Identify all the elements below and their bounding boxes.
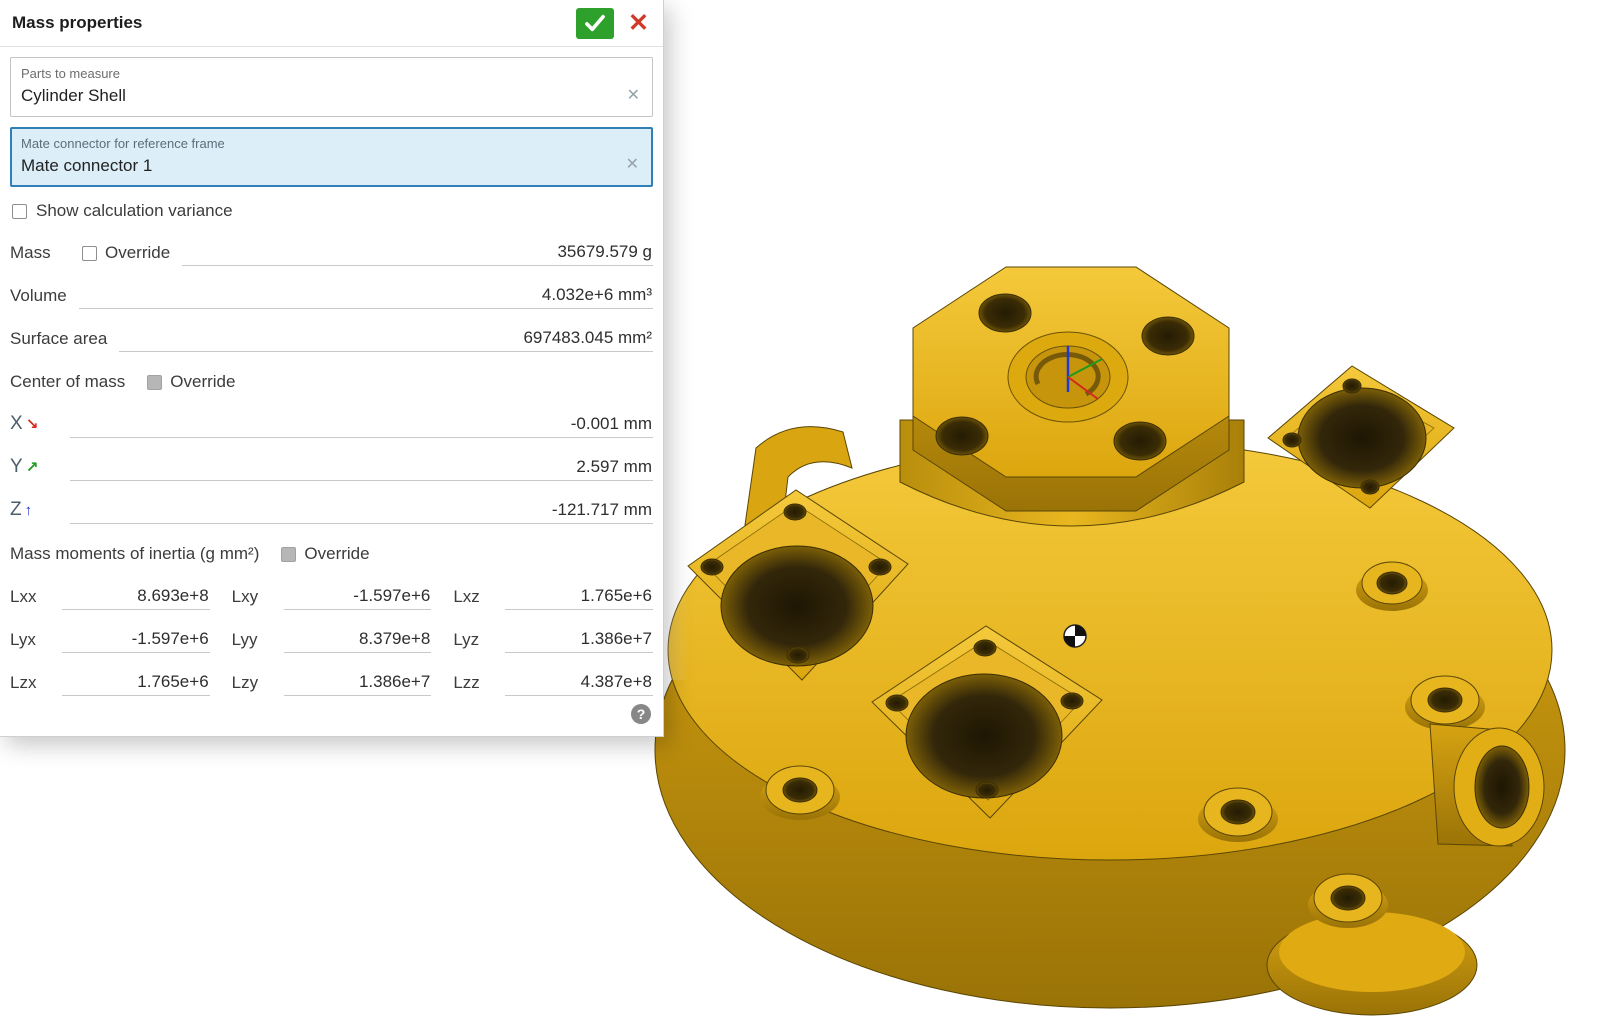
inertia-label: Mass moments of inertia (g mm²) [10,544,259,567]
model-top-flange [913,267,1229,511]
inertia-cell-lzx: Lzx1.765e+6 [10,653,210,696]
axis-x-label: X ↘ [10,413,58,438]
mate-connector-field[interactable]: Mate connector for reference frame Mate … [10,127,653,187]
axis-y-label: Y ↗ [10,456,58,481]
inertia-cell-lxx: Lxx8.693e+8 [10,567,210,610]
parts-field-label: Parts to measure [21,66,618,81]
parts-field-value: Cylinder Shell [21,86,618,106]
inertia-override-checkbox: Override [281,544,369,567]
inertia-cell-lzz: Lzz4.387e+8 [453,653,653,696]
axis-x-arrow-icon: ↘ [26,415,39,433]
inertia-cell-lxz: Lxz1.765e+6 [453,567,653,610]
help-icon[interactable]: ? [631,704,651,724]
center-of-mass-row: Center of mass Override [10,352,653,395]
center-of-mass-marker [1064,625,1086,647]
override-label: Override [304,544,369,564]
clear-icon[interactable]: ✕ [626,154,639,174]
dialog-title: Mass properties [12,13,576,33]
com-override-checkbox: Override [147,372,235,395]
volume-value: 4.032e+6 mm³ [79,285,653,309]
surface-area-row: Surface area 697483.045 mm² [10,309,653,352]
axis-y-arrow-icon: ↗ [26,458,39,476]
mass-value: 35679.579 g [182,242,653,266]
model-side-boss [1430,724,1544,846]
check-icon [584,14,606,32]
com-y-row: Y ↗ 2.597 mm [10,438,653,481]
variance-label: Show calculation variance [36,201,233,221]
checkbox-icon [281,547,296,562]
inertia-cell-lyz: Lyz1.386e+7 [453,610,653,653]
clear-icon[interactable]: ✕ [627,85,640,105]
com-z-value: -121.717 mm [70,500,653,524]
axis-z-label: Z ↑ [10,499,58,524]
com-x-row: X ↘ -0.001 mm [10,395,653,438]
dialog-body: Parts to measure Cylinder Shell ✕ Mate c… [0,47,663,736]
dialog-header[interactable]: Mass properties ✕ [0,0,663,47]
close-button[interactable]: ✕ [626,11,651,36]
inertia-cell-lyx: Lyx-1.597e+6 [10,610,210,653]
mate-field-label: Mate connector for reference frame [21,136,618,151]
mass-properties-dialog: Mass properties ✕ Parts to measure Cylin… [0,0,664,737]
checkbox-icon [147,375,162,390]
com-z-row: Z ↑ -121.717 mm [10,481,653,524]
volume-row: Volume 4.032e+6 mm³ [10,266,653,309]
inertia-cell-lyy: Lyy8.379e+8 [232,610,432,653]
axis-z-arrow-icon: ↑ [25,502,33,519]
com-y-value: 2.597 mm [70,457,653,481]
inertia-header-row: Mass moments of inertia (g mm²) Override [10,524,653,567]
com-x-value: -0.001 mm [70,414,653,438]
surface-area-value: 697483.045 mm² [119,328,653,352]
inertia-matrix: Lxx8.693e+8 Lxy-1.597e+6 Lxz1.765e+6 Lyx… [10,567,653,696]
show-variance-checkbox[interactable]: Show calculation variance [10,201,653,221]
confirm-button[interactable] [576,8,614,39]
parts-to-measure-field[interactable]: Parts to measure Cylinder Shell ✕ [10,57,653,117]
mass-row: Mass Override 35679.579 g [10,223,653,266]
inertia-cell-lxy: Lxy-1.597e+6 [232,567,432,610]
volume-label: Volume [10,286,67,309]
inertia-cell-lzy: Lzy1.386e+7 [232,653,432,696]
override-label: Override [105,243,170,263]
center-of-mass-label: Center of mass [10,372,125,395]
checkbox-icon[interactable] [82,246,97,261]
mate-field-value: Mate connector 1 [21,156,618,176]
mass-override-checkbox[interactable]: Override [82,243,170,266]
override-label: Override [170,372,235,392]
mass-label: Mass [10,243,72,266]
surface-area-label: Surface area [10,329,107,352]
checkbox-icon[interactable] [12,204,27,219]
